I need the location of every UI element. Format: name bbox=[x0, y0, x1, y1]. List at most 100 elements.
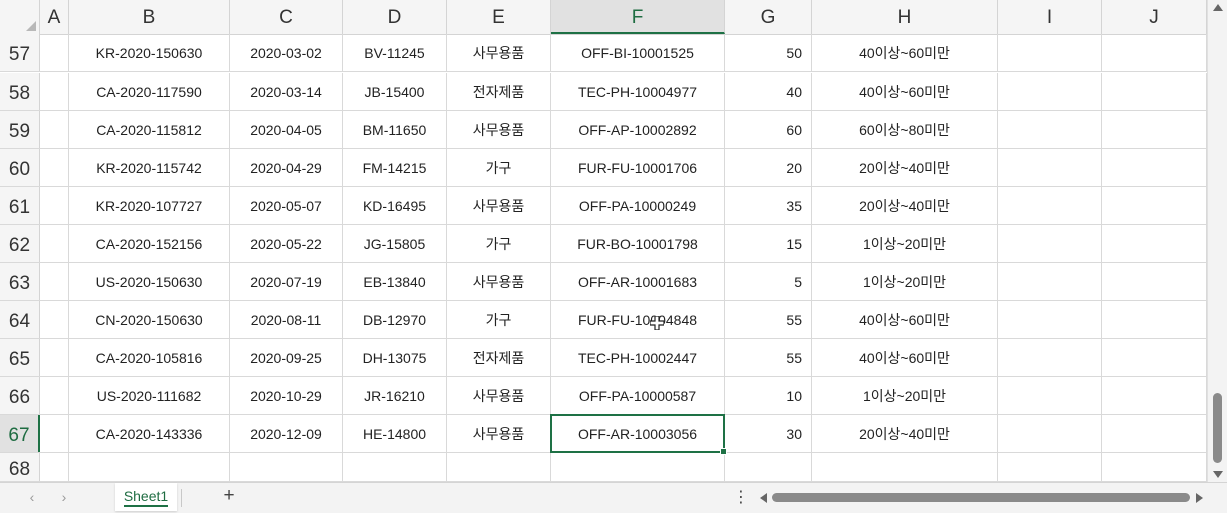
row-header[interactable]: 59 bbox=[0, 111, 40, 148]
cell-i61[interactable] bbox=[998, 187, 1102, 224]
cell-j66[interactable] bbox=[1102, 377, 1207, 414]
vertical-scrollbar[interactable] bbox=[1207, 0, 1227, 482]
cell-a57[interactable] bbox=[40, 34, 69, 71]
cell-d61[interactable]: KD-16495 bbox=[343, 187, 447, 224]
cell-h60[interactable]: 20이상~40미만 bbox=[812, 149, 998, 186]
cell-b63[interactable]: US-2020-150630 bbox=[69, 263, 230, 300]
cell-i65[interactable] bbox=[998, 339, 1102, 376]
cell-i63[interactable] bbox=[998, 263, 1102, 300]
cell-b61[interactable]: KR-2020-107727 bbox=[69, 187, 230, 224]
cell-d57[interactable]: BV-11245 bbox=[343, 34, 447, 71]
cell-c59[interactable]: 2020-04-05 bbox=[230, 111, 343, 148]
cell-h61[interactable]: 20이상~40미만 bbox=[812, 187, 998, 224]
cell-e61[interactable]: 사무용품 bbox=[447, 187, 551, 224]
cell-g66[interactable]: 10 bbox=[725, 377, 812, 414]
cell-h65[interactable]: 40이상~60미만 bbox=[812, 339, 998, 376]
cell-i60[interactable] bbox=[998, 149, 1102, 186]
cell-f60[interactable]: FUR-FU-10001706 bbox=[551, 149, 725, 186]
cell-a67[interactable] bbox=[40, 415, 69, 452]
cell-d65[interactable]: DH-13075 bbox=[343, 339, 447, 376]
cell-h62[interactable]: 1이상~20미만 bbox=[812, 225, 998, 262]
cell-h63[interactable]: 1이상~20미만 bbox=[812, 263, 998, 300]
column-header-a[interactable]: A bbox=[40, 0, 69, 34]
cell-i59[interactable] bbox=[998, 111, 1102, 148]
cell-c61[interactable]: 2020-05-07 bbox=[230, 187, 343, 224]
scroll-up-arrow-icon[interactable] bbox=[1213, 4, 1223, 11]
cell-j65[interactable] bbox=[1102, 339, 1207, 376]
spreadsheet-grid[interactable]: ABCDEFGHIJ 57 KR-2020-150630 2020-03-02 BV-… bbox=[0, 0, 1207, 482]
cell-c58[interactable]: 2020-03-14 bbox=[230, 73, 343, 110]
scroll-left-arrow-icon[interactable] bbox=[760, 493, 767, 503]
cell-g57[interactable]: 50 bbox=[725, 34, 812, 71]
cell-f65[interactable]: TEC-PH-10002447 bbox=[551, 339, 725, 376]
cell-c62[interactable]: 2020-05-22 bbox=[230, 225, 343, 262]
cell-c65[interactable]: 2020-09-25 bbox=[230, 339, 343, 376]
cell-b60[interactable]: KR-2020-115742 bbox=[69, 149, 230, 186]
select-all-corner[interactable] bbox=[0, 0, 40, 34]
cell-d66[interactable]: JR-16210 bbox=[343, 377, 447, 414]
cell-d64[interactable]: DB-12970 bbox=[343, 301, 447, 338]
cell-j64[interactable] bbox=[1102, 301, 1207, 338]
cell-g58[interactable]: 40 bbox=[725, 73, 812, 110]
cell-a58[interactable] bbox=[40, 73, 69, 110]
cell-f57[interactable]: OFF-BI-10001525 bbox=[551, 34, 725, 71]
cell-j57[interactable] bbox=[1102, 34, 1207, 71]
cell-h68[interactable] bbox=[812, 453, 998, 481]
cell-h67[interactable]: 20이상~40미만 bbox=[812, 415, 998, 452]
cell-a62[interactable] bbox=[40, 225, 69, 262]
cell-g59[interactable]: 60 bbox=[725, 111, 812, 148]
row-header[interactable]: 64 bbox=[0, 301, 40, 338]
cell-f58[interactable]: TEC-PH-10004977 bbox=[551, 73, 725, 110]
cell-e57[interactable]: 사무용품 bbox=[447, 34, 551, 71]
cell-f59[interactable]: OFF-AP-10002892 bbox=[551, 111, 725, 148]
row-header[interactable]: 61 bbox=[0, 187, 40, 224]
cell-e60[interactable]: 가구 bbox=[447, 149, 551, 186]
cell-j68[interactable] bbox=[1102, 453, 1207, 481]
cell-h58[interactable]: 40이상~60미만 bbox=[812, 73, 998, 110]
cell-c63[interactable]: 2020-07-19 bbox=[230, 263, 343, 300]
cell-a59[interactable] bbox=[40, 111, 69, 148]
cell-i67[interactable] bbox=[998, 415, 1102, 452]
cell-h57[interactable]: 40이상~60미만 bbox=[812, 34, 998, 71]
cell-j60[interactable] bbox=[1102, 149, 1207, 186]
row-header[interactable]: 62 bbox=[0, 225, 40, 262]
cell-a68[interactable] bbox=[40, 453, 69, 481]
cell-h64[interactable]: 40이상~60미만 bbox=[812, 301, 998, 338]
cell-c68[interactable] bbox=[230, 453, 343, 481]
cell-g64[interactable]: 55 bbox=[725, 301, 812, 338]
row-header[interactable]: 68 bbox=[0, 453, 40, 481]
column-header-f[interactable]: F bbox=[551, 0, 725, 34]
column-header-e[interactable]: E bbox=[447, 0, 551, 34]
cell-f63[interactable]: OFF-AR-10001683 bbox=[551, 263, 725, 300]
scroll-down-arrow-icon[interactable] bbox=[1213, 471, 1223, 478]
cell-c60[interactable]: 2020-04-29 bbox=[230, 149, 343, 186]
cell-i62[interactable] bbox=[998, 225, 1102, 262]
cell-c57[interactable]: 2020-03-02 bbox=[230, 34, 343, 71]
cell-c64[interactable]: 2020-08-11 bbox=[230, 301, 343, 338]
cell-f67[interactable]: OFF-AR-10003056 bbox=[551, 415, 725, 452]
cell-e62[interactable]: 가구 bbox=[447, 225, 551, 262]
column-header-d[interactable]: D bbox=[343, 0, 447, 34]
column-header-c[interactable]: C bbox=[230, 0, 343, 34]
column-header-j[interactable]: J bbox=[1102, 0, 1207, 34]
cell-j62[interactable] bbox=[1102, 225, 1207, 262]
cell-e65[interactable]: 전자제품 bbox=[447, 339, 551, 376]
cell-d62[interactable]: JG-15805 bbox=[343, 225, 447, 262]
cell-b67[interactable]: CA-2020-143336 bbox=[69, 415, 230, 452]
column-header-i[interactable]: I bbox=[998, 0, 1102, 34]
cell-f64[interactable]: FUR-FU-10004848 bbox=[551, 301, 725, 338]
cell-i57[interactable] bbox=[998, 34, 1102, 71]
scroll-right-arrow-icon[interactable] bbox=[1196, 493, 1203, 503]
cell-j59[interactable] bbox=[1102, 111, 1207, 148]
cell-a65[interactable] bbox=[40, 339, 69, 376]
column-header-b[interactable]: B bbox=[69, 0, 230, 34]
column-header-g[interactable]: G bbox=[725, 0, 812, 34]
cell-a63[interactable] bbox=[40, 263, 69, 300]
cell-d58[interactable]: JB-15400 bbox=[343, 73, 447, 110]
row-header[interactable]: 57 bbox=[0, 34, 40, 71]
cell-a64[interactable] bbox=[40, 301, 69, 338]
cell-f68[interactable] bbox=[551, 453, 725, 481]
cell-b66[interactable]: US-2020-111682 bbox=[69, 377, 230, 414]
cell-j63[interactable] bbox=[1102, 263, 1207, 300]
cell-h59[interactable]: 60이상~80미만 bbox=[812, 111, 998, 148]
